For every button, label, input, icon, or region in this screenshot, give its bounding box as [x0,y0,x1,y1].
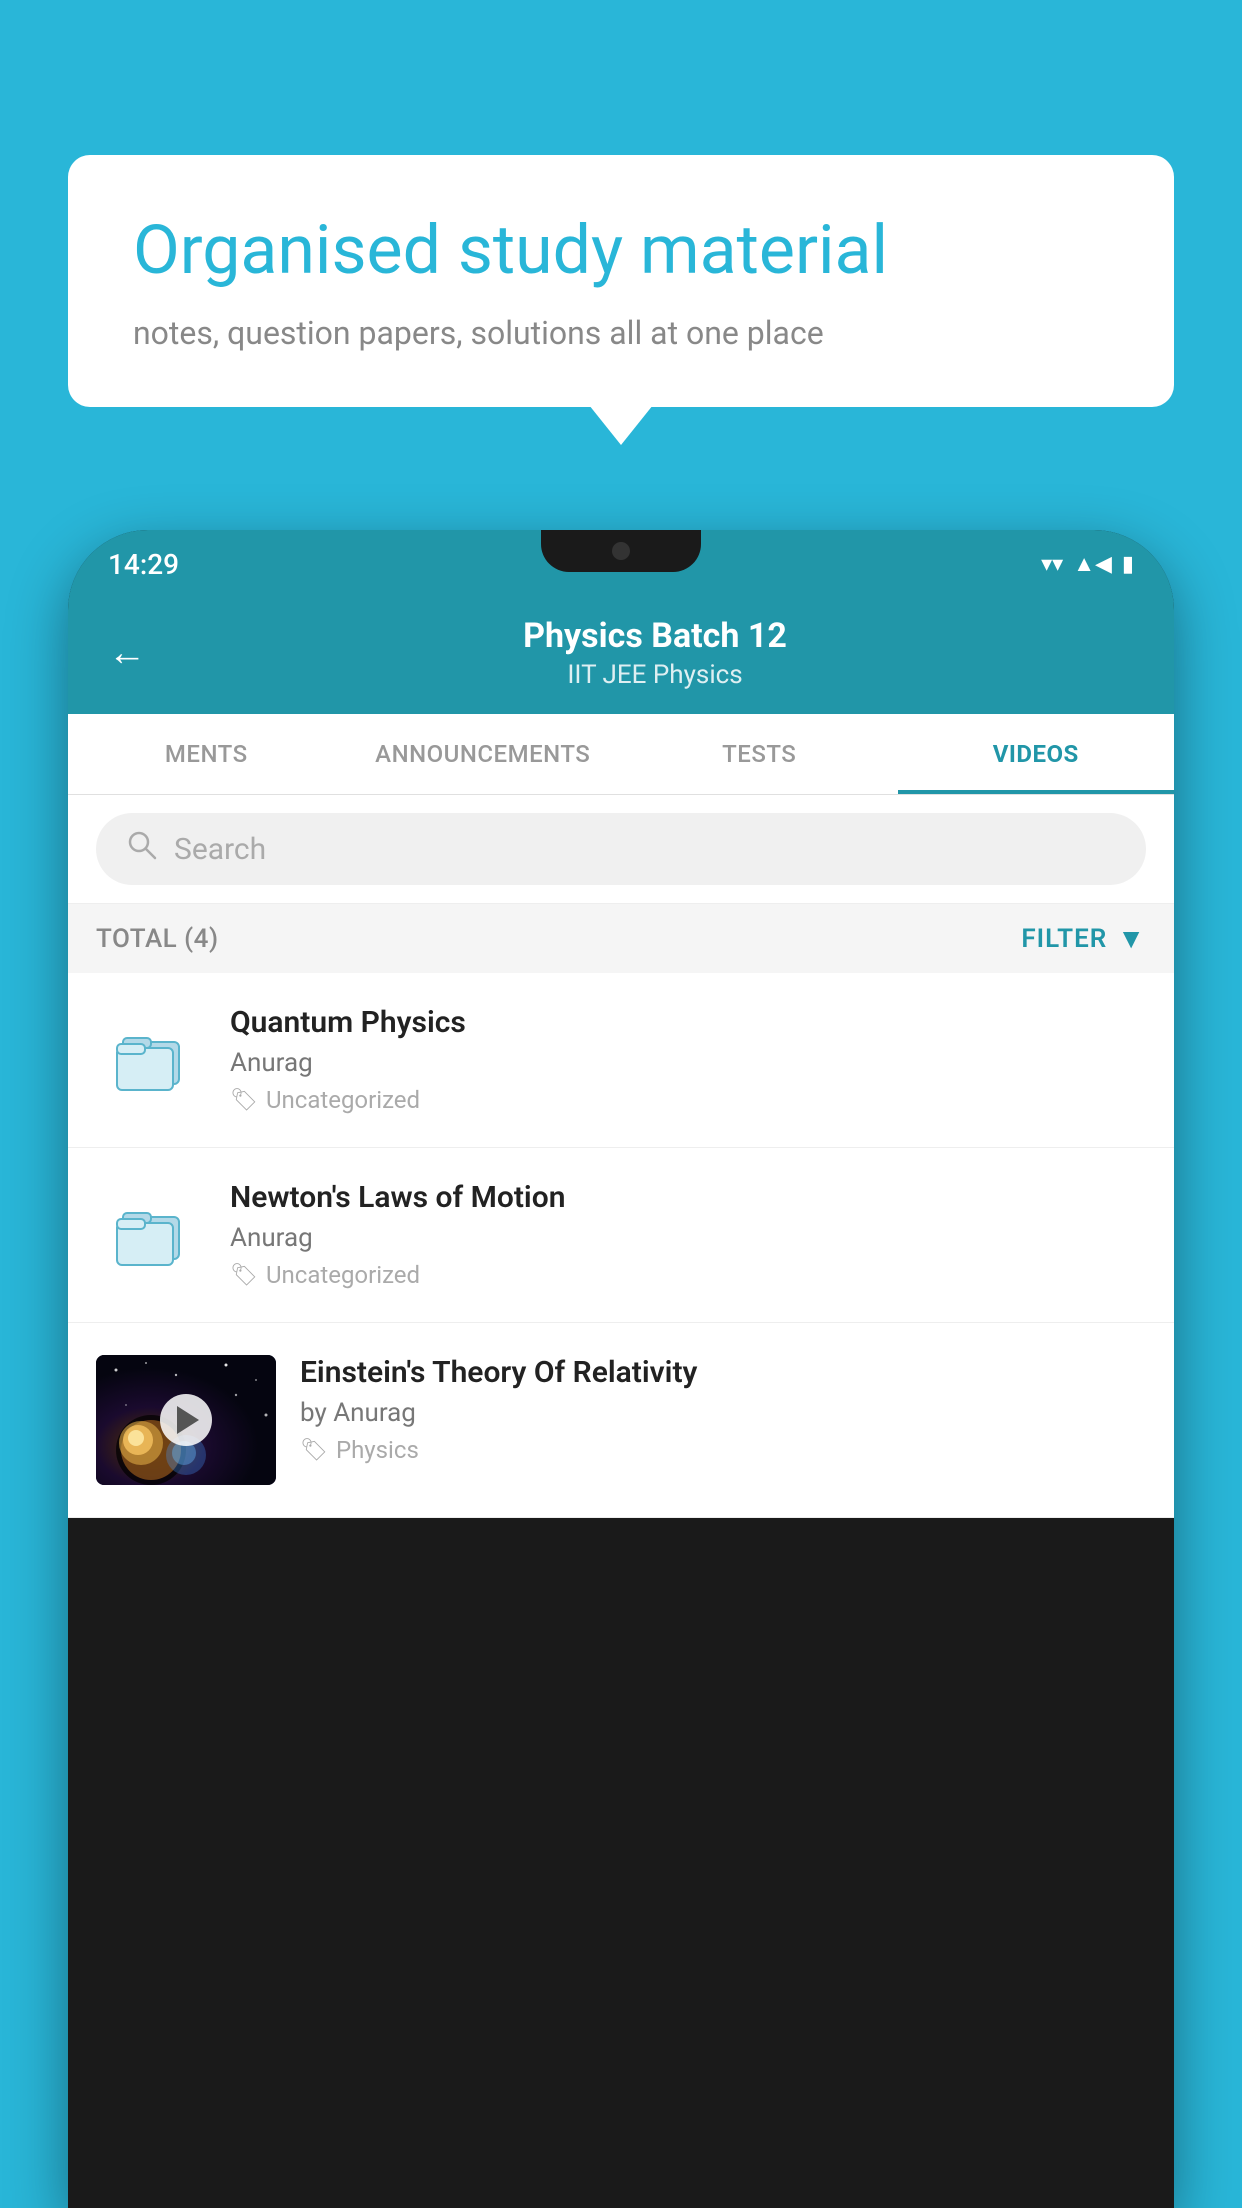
search-icon [126,829,158,869]
video-tag: 🏷 Physics [300,1436,1146,1464]
tab-videos[interactable]: VIDEOS [898,714,1175,794]
app-header: ← Physics Batch 12 IIT JEE Physics [68,598,1174,714]
video-author: Anurag [230,1048,1146,1078]
filter-button[interactable]: FILTER ▼ [1021,922,1146,955]
tab-announcements[interactable]: ANNOUNCEMENTS [345,714,622,794]
status-time: 14:29 [108,548,179,581]
phone-notch [541,530,701,572]
video-list: Quantum Physics Anurag 🏷 Uncategorized [68,973,1174,1518]
filter-row: TOTAL (4) FILTER ▼ [68,904,1174,973]
total-label: TOTAL (4) [96,924,219,954]
video-title: Quantum Physics [230,1005,1146,1040]
list-item[interactable]: Quantum Physics Anurag 🏷 Uncategorized [68,973,1174,1148]
tag-icon: 🏷 [230,1088,258,1113]
video-folder-icon [96,1180,206,1290]
filter-icon: ▼ [1117,922,1146,955]
speech-bubble-card: Organised study material notes, question… [68,155,1174,407]
tag-icon: 🏷 [230,1263,258,1288]
video-info: Newton's Laws of Motion Anurag 🏷 Uncateg… [230,1180,1146,1289]
status-bar: 14:29 ▾▾ ▲◀ ▮ [68,530,1174,598]
search-bar-container: Search [68,795,1174,904]
play-button[interactable] [160,1394,212,1446]
video-title: Einstein's Theory Of Relativity [300,1355,1146,1390]
video-title: Newton's Laws of Motion [230,1180,1146,1215]
tag-label: Physics [336,1436,419,1464]
play-triangle-icon [177,1406,199,1434]
battery-icon: ▮ [1122,552,1134,577]
search-placeholder-text: Search [174,832,266,867]
filter-label: FILTER [1021,924,1107,954]
speech-bubble-heading: Organised study material [133,210,1109,292]
tab-ments[interactable]: MENTS [68,714,345,794]
batch-title: Physics Batch 12 [176,616,1134,656]
video-author: by Anurag [300,1398,1146,1428]
status-icons: ▾▾ ▲◀ ▮ [1041,551,1134,577]
phone-frame: 14:29 ▾▾ ▲◀ ▮ ← Physics Batch 12 IIT JEE… [68,530,1174,2208]
header-title-area: Physics Batch 12 IIT JEE Physics [176,616,1134,690]
tabs-bar: MENTS ANNOUNCEMENTS TESTS VIDEOS [68,714,1174,795]
back-button[interactable]: ← [108,631,146,675]
list-item[interactable]: Newton's Laws of Motion Anurag 🏷 Uncateg… [68,1148,1174,1323]
tag-label: Uncategorized [266,1086,420,1114]
video-thumbnail [96,1355,276,1485]
batch-subtitle: IIT JEE Physics [176,660,1134,690]
camera-dot [612,542,630,560]
search-bar[interactable]: Search [96,813,1146,885]
speech-bubble-section: Organised study material notes, question… [68,155,1174,407]
video-folder-icon [96,1005,206,1115]
video-tag: 🏷 Uncategorized [230,1086,1146,1114]
signal-icon: ▲◀ [1073,551,1112,577]
video-info: Einstein's Theory Of Relativity by Anura… [300,1355,1146,1464]
video-info: Quantum Physics Anurag 🏷 Uncategorized [230,1005,1146,1114]
wifi-icon: ▾▾ [1041,552,1063,577]
video-tag: 🏷 Uncategorized [230,1261,1146,1289]
speech-bubble-subtext: notes, question papers, solutions all at… [133,314,1109,352]
list-item[interactable]: Einstein's Theory Of Relativity by Anura… [68,1323,1174,1518]
video-author: Anurag [230,1223,1146,1253]
tag-label: Uncategorized [266,1261,420,1289]
tab-tests[interactable]: TESTS [621,714,898,794]
tag-icon: 🏷 [300,1438,328,1463]
